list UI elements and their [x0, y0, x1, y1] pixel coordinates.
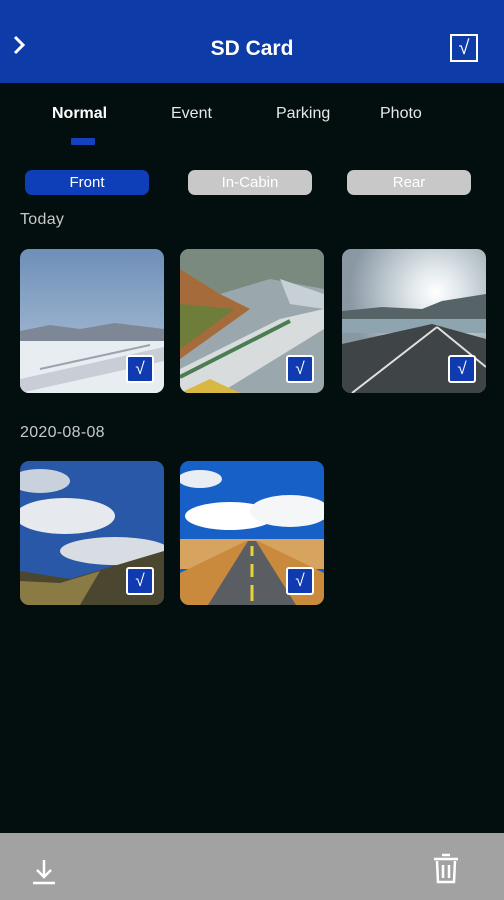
media-thumbnail[interactable]: √ — [20, 249, 164, 393]
media-thumbnail[interactable]: √ — [20, 461, 164, 605]
header-bar — [0, 0, 504, 83]
download-button[interactable] — [30, 856, 58, 886]
media-thumbnail[interactable]: √ — [180, 249, 324, 393]
chevron-right-icon — [13, 35, 26, 55]
delete-button[interactable] — [432, 852, 460, 884]
front-camera-button[interactable]: Front — [25, 170, 149, 195]
back-button[interactable] — [8, 32, 32, 58]
tab-normal[interactable]: Normal — [52, 105, 107, 123]
download-icon — [33, 860, 55, 885]
section-title-date: 2020-08-08 — [20, 424, 105, 441]
media-thumbnail[interactable]: √ — [180, 461, 324, 605]
tab-parking[interactable]: Parking — [276, 105, 330, 123]
tab-event[interactable]: Event — [171, 105, 212, 123]
active-tab-indicator — [71, 138, 95, 145]
selected-checkbox[interactable]: √ — [126, 567, 154, 595]
selected-checkbox[interactable]: √ — [286, 355, 314, 383]
section-title-today: Today — [20, 211, 65, 228]
trash-icon — [434, 853, 458, 884]
selected-checkbox[interactable]: √ — [286, 567, 314, 595]
checkmark-icon: √ — [458, 37, 470, 59]
select-all-checkbox[interactable]: √ — [450, 34, 478, 62]
media-thumbnail[interactable]: √ — [342, 249, 486, 393]
selected-checkbox[interactable]: √ — [448, 355, 476, 383]
tab-photo[interactable]: Photo — [380, 105, 422, 123]
selected-checkbox[interactable]: √ — [126, 355, 154, 383]
in-cabin-camera-button[interactable]: In-Cabin — [188, 170, 312, 195]
bottom-action-bar — [0, 833, 504, 900]
rear-camera-button[interactable]: Rear — [347, 170, 471, 195]
